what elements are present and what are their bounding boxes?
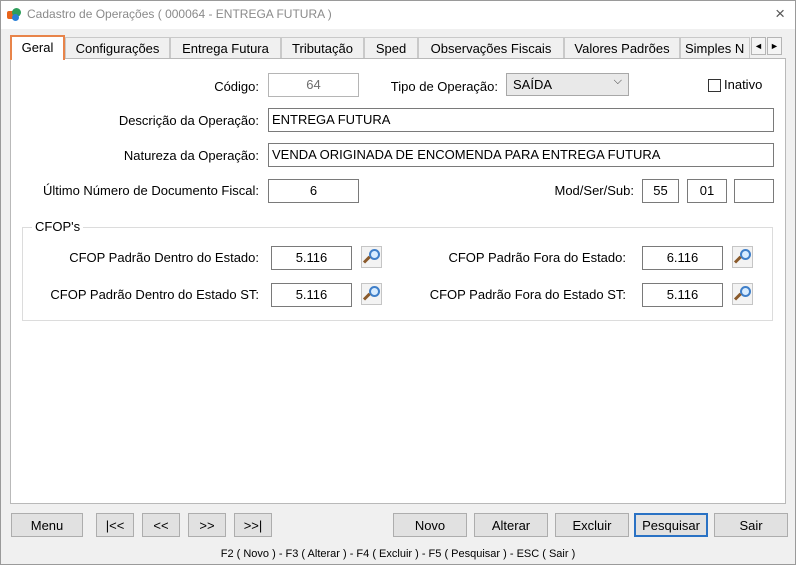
tab-observacoes-fiscais[interactable]: Observações Fiscais <box>418 37 564 59</box>
cfop-dentro-st-field[interactable]: 5.116 <box>271 283 352 307</box>
natureza-field[interactable]: VENDA ORIGINADA DE ENCOMENDA PARA ENTREG… <box>268 143 774 167</box>
tab-configuracoes[interactable]: Configurações <box>65 37 170 59</box>
ultimo-numero-field[interactable]: 6 <box>268 179 359 203</box>
cfop-fora-st-label: CFOP Padrão Fora do Estado ST: <box>429 287 626 302</box>
cfop-dentro-search-button[interactable] <box>361 246 382 268</box>
cfop-fora-search-button[interactable] <box>732 246 753 268</box>
tab-entrega-futura[interactable]: Entrega Futura <box>170 37 281 59</box>
tab-tributacao[interactable]: Tributação <box>281 37 364 59</box>
shortcut-status-bar: F2 ( Novo ) - F3 ( Alterar ) - F4 ( Excl… <box>220 548 576 560</box>
subserie-field[interactable] <box>734 179 774 203</box>
window-title: Cadastro de Operações ( 000064 - ENTREGA… <box>27 7 332 21</box>
cfop-fora-st-field[interactable]: 5.116 <box>642 283 723 307</box>
inativo-label: Inativo <box>724 77 763 92</box>
next-record-button[interactable]: >> <box>188 513 226 537</box>
tab-scroll-left-icon[interactable]: ◄ <box>751 37 766 55</box>
title-bar: Cadastro de Operações ( 000064 - ENTREGA… <box>1 1 795 29</box>
search-icon <box>369 249 380 260</box>
serie-field[interactable]: 01 <box>687 179 727 203</box>
cfop-dentro-st-search-button[interactable] <box>361 283 382 305</box>
previous-record-button[interactable]: << <box>142 513 180 537</box>
cfop-group-title: CFOP's <box>32 219 84 234</box>
cfop-dentro-label: CFOP Padrão Dentro do Estado: <box>69 250 259 265</box>
cfop-dentro-st-label: CFOP Padrão Dentro do Estado ST: <box>50 287 259 302</box>
tab-sped[interactable]: Sped <box>364 37 418 59</box>
alterar-button[interactable]: Alterar <box>474 513 548 537</box>
cfop-fora-label: CFOP Padrão Fora do Estado: <box>448 250 626 265</box>
last-record-button[interactable]: >>| <box>234 513 272 537</box>
modelo-field[interactable]: 55 <box>642 179 679 203</box>
cfop-fora-st-search-button[interactable] <box>732 283 753 305</box>
novo-button[interactable]: Novo <box>393 513 467 537</box>
cfop-dentro-field[interactable]: 5.116 <box>271 246 352 270</box>
close-icon[interactable]: × <box>775 4 785 24</box>
inativo-checkbox[interactable] <box>708 79 721 92</box>
descricao-field[interactable]: ENTREGA FUTURA <box>268 108 774 132</box>
pesquisar-button[interactable]: Pesquisar <box>634 513 708 537</box>
tab-scroll-right-icon[interactable]: ► <box>767 37 782 55</box>
natureza-label: Natureza da Operação: <box>123 148 259 163</box>
tipo-operacao-value: SAÍDA <box>513 77 553 92</box>
codigo-field: 64 <box>268 73 359 97</box>
tab-strip: Geral Configurações Entrega Futura Tribu… <box>10 35 786 60</box>
menu-button[interactable]: Menu <box>11 513 83 537</box>
excluir-button[interactable]: Excluir <box>555 513 629 537</box>
search-icon <box>369 286 380 297</box>
tab-simples-nacional[interactable]: Simples N <box>680 37 750 59</box>
operations-window: Cadastro de Operações ( 000064 - ENTREGA… <box>0 0 796 565</box>
tab-valores-padroes[interactable]: Valores Padrões <box>564 37 680 59</box>
search-icon <box>740 249 751 260</box>
ultimo-numero-label: Último Número de Documento Fiscal: <box>42 183 259 198</box>
cfop-fora-field[interactable]: 6.116 <box>642 246 723 270</box>
mod-ser-sub-label: Mod/Ser/Sub: <box>554 183 635 198</box>
search-icon <box>740 286 751 297</box>
first-record-button[interactable]: |<< <box>96 513 134 537</box>
descricao-label: Descrição da Operação: <box>118 113 259 128</box>
tab-panel-geral: Código: 64 Tipo de Operação: SAÍDA ⌵ Ina… <box>10 58 786 504</box>
app-logo-icon <box>7 8 21 22</box>
sair-button[interactable]: Sair <box>714 513 788 537</box>
tipo-operacao-label: Tipo de Operação: <box>390 79 498 94</box>
tipo-operacao-select[interactable]: SAÍDA ⌵ <box>506 73 629 96</box>
tab-geral[interactable]: Geral <box>10 35 65 60</box>
codigo-label: Código: <box>214 79 259 94</box>
chevron-down-icon: ⌵ <box>613 75 622 87</box>
